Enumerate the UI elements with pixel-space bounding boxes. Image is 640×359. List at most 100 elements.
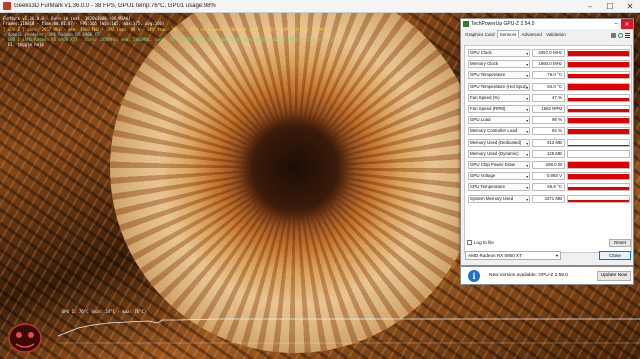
sensor-graph <box>567 60 630 69</box>
sensor-row: Memory Controller Load ▼ 84 % <box>468 127 630 136</box>
sensor-graph-fill <box>568 108 629 112</box>
sensor-label-text: Memory Used (Dynamic) <box>470 150 519 156</box>
chevron-down-icon[interactable]: ▼ <box>526 96 529 101</box>
reset-button[interactable]: Reset <box>609 239 631 247</box>
sensor-graph <box>567 49 630 57</box>
sensor-label[interactable]: GPU Load ▼ <box>468 116 530 125</box>
furmark-app-icon <box>3 2 11 10</box>
furmark-info-line: - GPU 1 (AMD Radeon RX 6900 XT) - core: … <box>3 37 338 43</box>
furmark-window-title: Geeks3D FurMark v1.36.0.0 - 38 FPS, GPU1… <box>14 3 216 9</box>
sensor-value: 2057.0 MHz <box>532 49 565 57</box>
sensor-graph <box>567 116 630 125</box>
sensor-value: 47 % <box>532 93 565 102</box>
chevron-down-icon[interactable]: ▼ <box>526 118 529 123</box>
chevron-down-icon[interactable]: ▼ <box>526 152 529 157</box>
sensor-row: Memory Used (Dedicated) ▼ 413 MB <box>468 138 630 147</box>
tab-graphics-card[interactable]: Graphics Card <box>463 31 497 38</box>
sensor-value: 84 % <box>532 127 565 136</box>
sensor-label-text: GPU Clock <box>470 50 492 55</box>
furmark-titlebar[interactable]: Geeks3D FurMark v1.36.0.0 - 38 FPS, GPU1… <box>0 0 640 13</box>
sensor-row: GPU Voltage ▼ 0.993 V <box>468 172 630 181</box>
sensor-label[interactable]: GPU Temperature ▼ <box>468 71 530 80</box>
maximize-icon[interactable]: ☐ <box>600 0 620 13</box>
sensor-graph <box>567 93 630 102</box>
sensor-row: GPU Temperature ▼ 76.0 °C <box>468 71 630 80</box>
tab-validation[interactable]: Validation <box>544 31 568 38</box>
gpuz-minimize-icon[interactable]: – <box>611 19 621 29</box>
tab-advanced[interactable]: Advanced <box>519 31 543 38</box>
sensors-panel: GPU Clock ▼ 2057.0 MHz Memory Clock ▼ 1960.0 … <box>464 45 632 253</box>
furmark-logo <box>8 323 42 353</box>
sensor-label[interactable]: CPU Temperature ▼ <box>468 183 530 192</box>
sensor-label-text: System Memory Used <box>470 195 514 201</box>
update-now-button[interactable]: Update Now <box>597 271 631 281</box>
sensor-label[interactable]: GPU Voltage ▼ <box>468 172 530 181</box>
chevron-down-icon[interactable]: ▼ <box>526 185 529 190</box>
gpuz-titlebar[interactable]: TechPowerUp GPU-Z 2.54.0 – ✕ <box>461 19 633 29</box>
chevron-down-icon[interactable]: ▼ <box>526 197 529 202</box>
sensor-label-text: GPU Temperature <box>470 72 506 78</box>
sensor-label[interactable]: Memory Used (Dedicated) ▼ <box>468 138 530 147</box>
tab-sensors[interactable]: Sensors <box>496 30 520 38</box>
sensor-value: 1960.0 MHz <box>532 60 565 69</box>
sensor-label-text: GPU Load <box>470 117 491 123</box>
sensor-row: Memory Used (Dynamic) ▼ 125 MB <box>468 149 630 158</box>
gpuz-tabs: Graphics Card Sensors Advanced Validatio… <box>461 30 633 38</box>
log-to-file-checkbox[interactable] <box>467 240 472 245</box>
chevron-down-icon[interactable]: ▼ <box>526 107 529 112</box>
gpuz-app-icon <box>463 21 469 27</box>
sensor-graph <box>567 161 630 169</box>
sensor-value: 125 MB <box>532 149 565 158</box>
sensor-graph-fill <box>568 84 629 90</box>
sensor-label[interactable]: System Memory Used ▼ <box>468 194 530 203</box>
sensor-label[interactable]: GPU Chip Power Draw ▼ <box>468 161 530 169</box>
refresh-icon[interactable] <box>618 33 623 38</box>
close-button[interactable]: Close <box>599 251 631 260</box>
menu-icon[interactable] <box>625 33 630 38</box>
camera-icon[interactable] <box>611 33 616 38</box>
gpuz-close-icon[interactable]: ✕ <box>621 19 633 29</box>
sensor-graph <box>567 149 630 158</box>
sensor-value: 288.0 W <box>532 161 565 169</box>
gpuz-window: TechPowerUp GPU-Z 2.54.0 – ✕ Graphics Ca… <box>460 18 634 266</box>
sensor-label[interactable]: Memory Used (Dynamic) ▼ <box>468 149 530 158</box>
sensor-label[interactable]: Memory Clock ▼ <box>468 60 530 69</box>
sensor-label-text: Fan Speed (%) <box>470 94 500 100</box>
chevron-down-icon[interactable]: ▼ <box>526 129 529 134</box>
sensor-label-text: GPU Temperature (Hot Spot) <box>470 83 527 89</box>
sensor-graph-fill <box>568 199 629 202</box>
temperature-graph <box>58 318 640 344</box>
sensor-value: 0.993 V <box>532 172 565 181</box>
chevron-down-icon[interactable]: ▼ <box>526 174 529 179</box>
gpu-select[interactable]: AMD Radeon RX 6900 XT ▼ <box>465 251 561 260</box>
sensor-label[interactable]: Fan Speed (RPM) ▼ <box>468 105 530 113</box>
sensor-graph-fill <box>568 174 629 180</box>
chevron-down-icon[interactable]: ▼ <box>526 163 529 168</box>
sensor-graph <box>567 138 630 147</box>
chevron-down-icon[interactable]: ▼ <box>526 141 529 146</box>
sensor-row: Memory Clock ▼ 1960.0 MHz <box>468 60 630 69</box>
sensor-row: System Memory Used ▼ 4271 MB <box>468 194 630 203</box>
sensor-graph <box>567 82 630 91</box>
sensor-row: CPU Temperature ▼ 55.6 °C <box>468 183 630 192</box>
sensor-graph-fill <box>568 145 629 146</box>
sensor-label[interactable]: GPU Temperature (Hot Spot) ▼ <box>468 82 530 91</box>
chevron-down-icon[interactable]: ▼ <box>526 73 529 78</box>
sensor-value: 98 % <box>532 116 565 125</box>
sensor-value: 94.0 °C <box>532 82 565 91</box>
close-icon[interactable]: ✕ <box>620 0 640 13</box>
sensor-graph-fill <box>568 117 629 124</box>
gpuz-window-title: TechPowerUp GPU-Z 2.54.0 <box>471 21 535 27</box>
sensor-label-text: Memory Clock <box>470 61 499 67</box>
sensor-label[interactable]: GPU Clock ▼ <box>468 49 530 57</box>
chevron-down-icon[interactable]: ▼ <box>526 85 529 90</box>
sensor-label[interactable]: Fan Speed (%) ▼ <box>468 93 530 102</box>
sensor-label[interactable]: Memory Controller Load ▼ <box>468 127 530 136</box>
sensor-graph-fill <box>568 97 629 101</box>
chevron-down-icon[interactable]: ▼ <box>526 51 529 56</box>
sensor-graph <box>567 172 630 181</box>
log-to-file-option[interactable]: Log to file <box>467 240 494 245</box>
minimize-icon[interactable]: – <box>580 0 600 13</box>
chevron-down-icon[interactable]: ▼ <box>526 62 529 67</box>
sensor-graph <box>567 194 630 203</box>
